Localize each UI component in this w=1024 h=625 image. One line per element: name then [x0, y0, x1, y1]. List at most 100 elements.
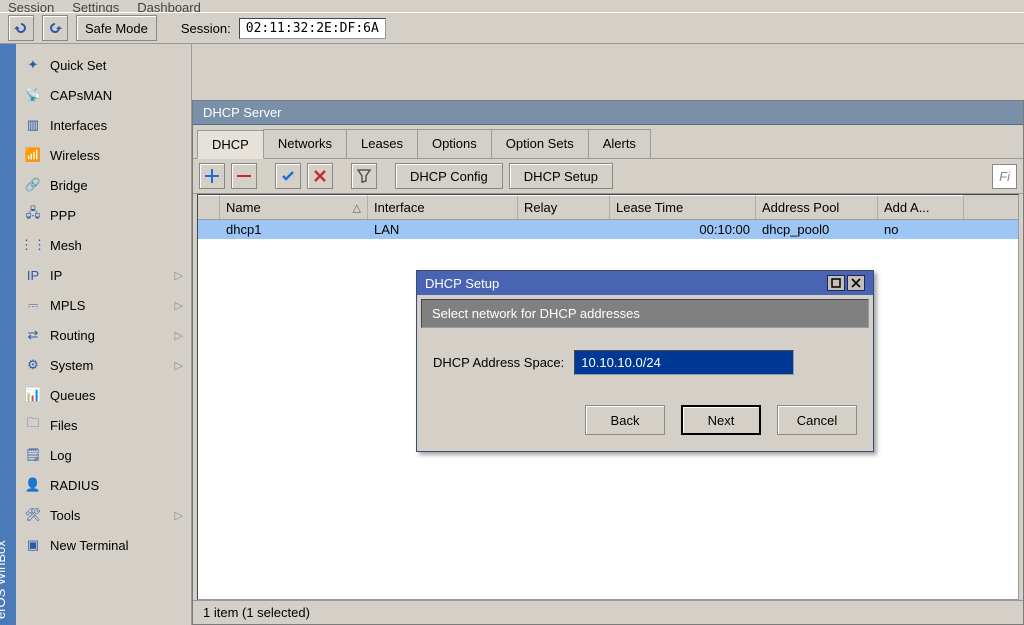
mpls-icon: ⎓: [24, 296, 42, 314]
sidebar-item-label: System: [50, 358, 93, 373]
sidebar-item-wireless[interactable]: 📶Wireless: [16, 140, 191, 170]
sidebar-item-interfaces[interactable]: ▥ Interfaces: [16, 110, 191, 140]
sidebar-item-files[interactable]: 🗀 Files: [16, 410, 191, 440]
sidebar-item-label: Mesh: [50, 238, 82, 253]
menubar: Session Settings Dashboard: [0, 0, 1024, 12]
session-label: Session:: [181, 21, 231, 36]
dialog-close-button[interactable]: [847, 275, 865, 291]
dialog-body: DHCP Address Space:: [417, 332, 873, 379]
add-button[interactable]: [199, 163, 225, 189]
safe-mode-button[interactable]: Safe Mode: [76, 15, 157, 41]
sidebar-item-label: CAPsMAN: [50, 88, 112, 103]
tab-leases[interactable]: Leases: [346, 129, 418, 158]
dialog-maximize-button[interactable]: [827, 275, 845, 291]
sidebar-item-terminal[interactable]: ▣New Terminal: [16, 530, 191, 560]
ports-icon: ▥: [24, 116, 42, 134]
magic-wand-icon: ✦: [24, 56, 42, 74]
redo-icon: [47, 20, 63, 36]
chevron-right-icon: ▷: [175, 299, 183, 312]
ppp-icon: 🖧: [24, 206, 42, 224]
tab-networks[interactable]: Networks: [263, 129, 347, 158]
menu-session[interactable]: Session: [8, 0, 54, 12]
sidebar-item-label: Bridge: [50, 178, 88, 193]
sidebar: ✦Quick Set 📡 CAPsMAN ▥ Interfaces 📶Wireles…: [16, 44, 192, 625]
dhcp-setup-dialog: DHCP Setup Select network for DHCP addre…: [416, 270, 874, 452]
x-icon: [313, 169, 327, 183]
chevron-right-icon: ▷: [175, 359, 183, 372]
queues-icon: 📊: [24, 386, 42, 404]
check-icon: [281, 169, 295, 183]
sidebar-item-quickset[interactable]: ✦Quick Set: [16, 50, 191, 80]
cell-pool: dhcp_pool0: [756, 220, 878, 239]
terminal-icon: ▣: [24, 536, 42, 554]
sidebar-item-label: RADIUS: [50, 478, 99, 493]
tower-icon: 📡: [24, 86, 42, 104]
sidebar-item-tools[interactable]: 🛠Tools▷: [16, 500, 191, 530]
table-header-pool[interactable]: Address Pool: [756, 195, 878, 219]
files-icon: 🗀: [24, 416, 42, 434]
tab-dhcp[interactable]: DHCP: [197, 130, 264, 159]
sidebar-item-queues[interactable]: 📊 Queues: [16, 380, 191, 410]
sidebar-item-routing[interactable]: ⇄Routing▷: [16, 320, 191, 350]
sidebar-item-label: Files: [50, 418, 77, 433]
dialog-buttons: Back Next Cancel: [417, 379, 873, 451]
bridge-icon: 🔗: [24, 176, 42, 194]
sidebar-item-mesh[interactable]: ⋮⋮Mesh: [16, 230, 191, 260]
menu-dashboard[interactable]: Dashboard: [137, 0, 201, 12]
branding-strip: erOS WinBox: [0, 44, 16, 625]
window-title: DHCP Server: [193, 101, 1023, 125]
redo-button[interactable]: [42, 15, 68, 41]
radius-icon: 👤: [24, 476, 42, 494]
table-header-interface[interactable]: Interface: [368, 195, 518, 219]
find-input[interactable]: Fi: [992, 164, 1017, 189]
dialog-banner: Select network for DHCP addresses: [421, 299, 869, 328]
sidebar-item-label: IP: [50, 268, 62, 283]
chevron-right-icon: ▷: [175, 509, 183, 522]
sidebar-item-label: Queues: [50, 388, 96, 403]
sidebar-item-bridge[interactable]: 🔗 Bridge: [16, 170, 191, 200]
table-header-relay[interactable]: Relay: [518, 195, 610, 219]
wifi-icon: 📶: [24, 146, 42, 164]
menu-settings[interactable]: Settings: [72, 0, 119, 12]
tab-optionsets[interactable]: Option Sets: [491, 129, 589, 158]
sidebar-item-radius[interactable]: 👤 RADIUS: [16, 470, 191, 500]
dialog-titlebar[interactable]: DHCP Setup: [417, 271, 873, 295]
table-row[interactable]: dhcp1 LAN 00:10:00 dhcp_pool0 no: [198, 220, 1018, 239]
sidebar-item-label: Routing: [50, 328, 95, 343]
sidebar-item-system[interactable]: ⚙System▷: [16, 350, 191, 380]
remove-button[interactable]: [231, 163, 257, 189]
back-button[interactable]: Back: [585, 405, 665, 435]
dialog-title: DHCP Setup: [425, 276, 499, 291]
dhcp-config-button[interactable]: DHCP Config: [395, 163, 503, 189]
chevron-right-icon: ▷: [175, 329, 183, 342]
funnel-icon: [357, 169, 371, 183]
close-icon: [851, 278, 861, 288]
undo-button[interactable]: [8, 15, 34, 41]
next-button[interactable]: Next: [681, 405, 761, 435]
window-toolbar: DHCP Config DHCP Setup Fi: [193, 159, 1023, 194]
sidebar-item-log[interactable]: 🗒Log: [16, 440, 191, 470]
enable-button[interactable]: [275, 163, 301, 189]
sidebar-item-mpls[interactable]: ⎓MPLS▷: [16, 290, 191, 320]
sidebar-item-ip[interactable]: IPIP▷: [16, 260, 191, 290]
maximize-icon: [831, 278, 841, 288]
sidebar-item-capsman[interactable]: 📡 CAPsMAN: [16, 80, 191, 110]
tab-alerts[interactable]: Alerts: [588, 129, 651, 158]
disable-button[interactable]: [307, 163, 333, 189]
filter-button[interactable]: [351, 163, 377, 189]
table-header-name[interactable]: Name△: [220, 195, 368, 219]
plus-icon: [205, 169, 219, 183]
dhcp-setup-button[interactable]: DHCP Setup: [509, 163, 613, 189]
undo-icon: [13, 20, 29, 36]
table-header-lease[interactable]: Lease Time: [610, 195, 756, 219]
sidebar-item-ppp[interactable]: 🖧PPP: [16, 200, 191, 230]
address-space-input[interactable]: [574, 350, 794, 375]
address-space-label: DHCP Address Space:: [433, 355, 564, 370]
sidebar-item-label: Interfaces: [50, 118, 107, 133]
table-header-addarp[interactable]: Add A...: [878, 195, 964, 219]
table-header-flag[interactable]: [198, 195, 220, 219]
tab-options[interactable]: Options: [417, 129, 492, 158]
tools-icon: 🛠: [24, 506, 42, 524]
table-header: Name△ Interface Relay Lease Time Address…: [198, 195, 1018, 220]
cancel-button[interactable]: Cancel: [777, 405, 857, 435]
